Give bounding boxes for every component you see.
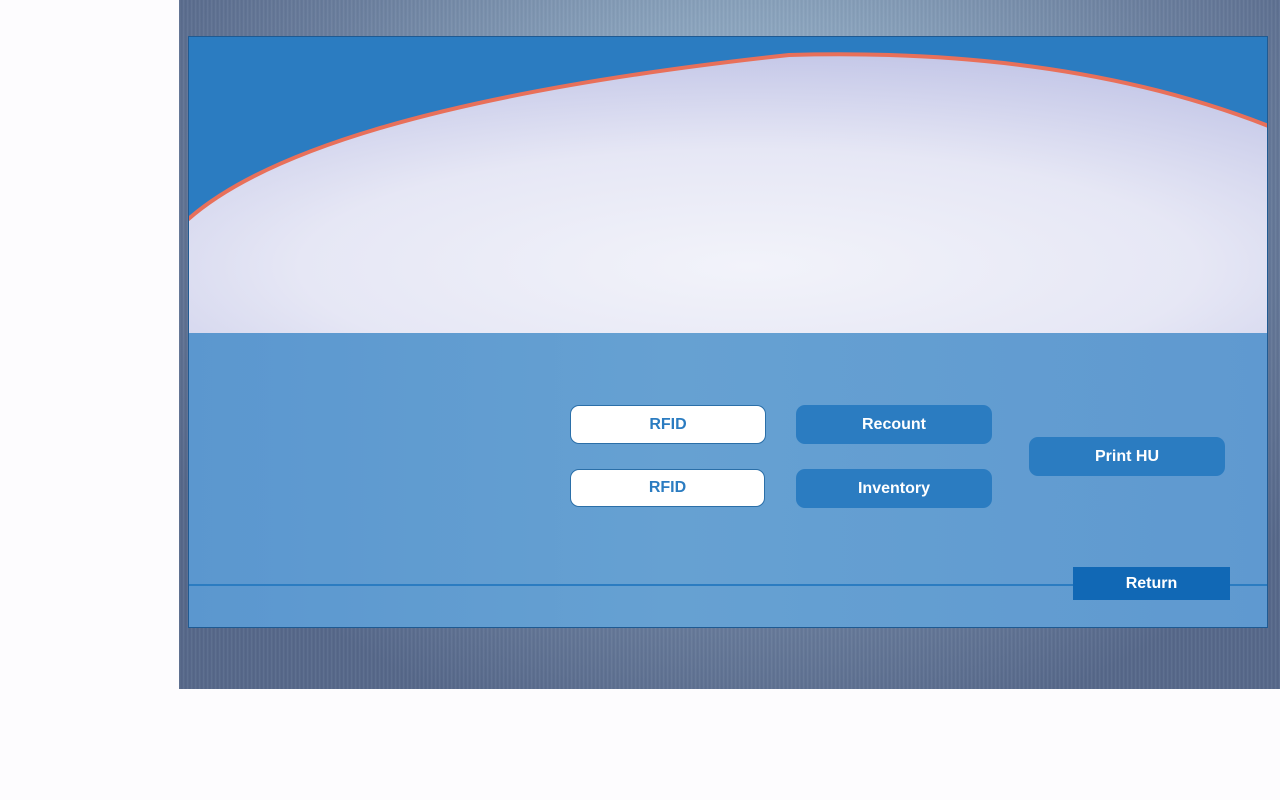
print-hu-button[interactable]: Print HU: [1029, 437, 1225, 476]
rfid-button-1[interactable]: RFID: [570, 405, 766, 444]
recount-button[interactable]: Recount: [796, 405, 992, 444]
header-banner: [189, 37, 1267, 333]
main-panel: RFID RFID Recount Inventory Print HU Ret…: [188, 36, 1268, 628]
rfid-button-2[interactable]: RFID: [570, 469, 765, 507]
action-area: RFID RFID Recount Inventory Print HU Ret…: [189, 333, 1267, 627]
return-button[interactable]: Return: [1073, 567, 1230, 600]
header-dome-graphic: [189, 52, 1267, 333]
inventory-button[interactable]: Inventory: [796, 469, 992, 508]
